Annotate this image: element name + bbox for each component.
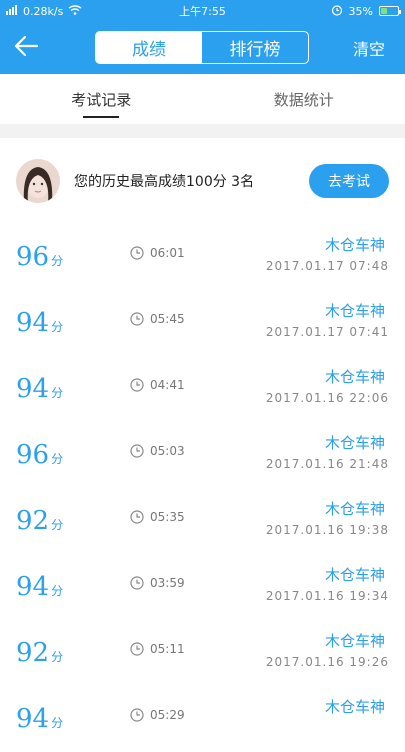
score: 94分 — [16, 308, 63, 338]
score-value: 96 — [16, 440, 49, 470]
duration-value: 05:03 — [150, 444, 185, 458]
tab-exam-records[interactable]: 考试记录 — [0, 74, 203, 124]
score-unit: 分 — [51, 716, 63, 730]
take-exam-button[interactable]: 去考试 — [309, 164, 389, 198]
score-value: 94 — [16, 572, 49, 602]
exam-datetime: 2017.01.17 07:41 — [266, 325, 389, 339]
arrow-left-icon — [13, 35, 39, 61]
battery-percent: 35% — [349, 5, 373, 18]
header: 成绩 排行榜 清空 — [0, 22, 405, 74]
network-speed: 0.28k/s — [23, 5, 63, 18]
duration: 05:45 — [130, 312, 185, 326]
duration-value: 05:11 — [150, 642, 185, 656]
signal-icon — [6, 5, 18, 18]
exam-datetime: 2017.01.16 19:34 — [266, 589, 389, 603]
list-item[interactable]: 94分 04:41 木仓车神 2017.01.16 22:06 — [0, 356, 405, 422]
username: 木仓车神 — [325, 564, 385, 585]
segment-scores[interactable]: 成绩 — [96, 32, 202, 63]
battery-icon — [379, 6, 399, 16]
clock-icon — [130, 510, 144, 524]
alarm-icon — [331, 4, 343, 19]
tab-statistics[interactable]: 数据统计 — [203, 74, 405, 124]
duration: 06:01 — [130, 246, 185, 260]
battery-fill — [381, 8, 387, 14]
duration: 05:11 — [130, 642, 185, 656]
duration: 05:35 — [130, 510, 185, 524]
score-unit: 分 — [51, 386, 63, 400]
list-item[interactable]: 96分 06:01 木仓车神 2017.01.17 07:48 — [0, 224, 405, 290]
exam-datetime: 2017.01.16 19:26 — [266, 655, 389, 669]
score: 92分 — [16, 638, 63, 668]
tab-underline — [83, 116, 119, 118]
records-list: 96分 06:01 木仓车神 2017.01.17 07:48 94分 05:4… — [0, 224, 405, 752]
score-unit: 分 — [51, 452, 63, 466]
score-value: 94 — [16, 308, 49, 338]
score-unit: 分 — [51, 254, 63, 268]
score: 94分 — [16, 572, 63, 602]
exam-datetime: 2017.01.17 07:48 — [266, 259, 389, 273]
status-right: 35% — [331, 4, 399, 19]
duration-value: 03:59 — [150, 576, 185, 590]
list-item[interactable]: 94分 05:45 木仓车神 2017.01.17 07:41 — [0, 290, 405, 356]
duration: 03:59 — [130, 576, 185, 590]
score-value: 92 — [16, 638, 49, 668]
username: 木仓车神 — [325, 234, 385, 255]
tab-label: 考试记录 — [71, 89, 131, 110]
clock-icon — [130, 246, 144, 260]
username: 木仓车神 — [325, 630, 385, 651]
duration: 04:41 — [130, 378, 185, 392]
clear-button[interactable]: 清空 — [353, 36, 385, 60]
clock-icon — [130, 576, 144, 590]
duration-value: 05:35 — [150, 510, 185, 524]
status-left: 0.28k/s — [6, 5, 82, 18]
score-unit: 分 — [51, 584, 63, 598]
duration-value: 05:45 — [150, 312, 185, 326]
score-value: 94 — [16, 704, 49, 734]
tab-label: 数据统计 — [274, 89, 334, 110]
score: 94分 — [16, 374, 63, 404]
score-value: 94 — [16, 374, 49, 404]
score: 92分 — [16, 506, 63, 536]
duration-value: 04:41 — [150, 378, 185, 392]
best-score-text: 您的历史最高成绩100分 3名 — [74, 171, 309, 191]
score-unit: 分 — [51, 650, 63, 664]
score-value: 96 — [16, 242, 49, 272]
score: 96分 — [16, 242, 63, 272]
score-unit: 分 — [51, 320, 63, 334]
list-item[interactable]: 94分 03:59 木仓车神 2017.01.16 19:34 — [0, 554, 405, 620]
list-item[interactable]: 92分 05:11 木仓车神 2017.01.16 19:26 — [0, 620, 405, 686]
status-bar: 0.28k/s 上午7:55 35% — [0, 0, 405, 22]
clock-icon — [130, 444, 144, 458]
exam-datetime: 2017.01.16 21:48 — [266, 457, 389, 471]
section-divider — [0, 124, 405, 138]
wifi-icon — [68, 5, 82, 18]
username: 木仓车神 — [325, 366, 385, 387]
username: 木仓车神 — [325, 696, 385, 717]
clock-icon — [130, 378, 144, 392]
exam-datetime: 2017.01.16 19:38 — [266, 523, 389, 537]
list-item[interactable]: 92分 05:35 木仓车神 2017.01.16 19:38 — [0, 488, 405, 554]
username: 木仓车神 — [325, 498, 385, 519]
exam-datetime: 2017.01.16 22:06 — [266, 391, 389, 405]
list-item[interactable]: 96分 05:03 木仓车神 2017.01.16 21:48 — [0, 422, 405, 488]
list-item[interactable]: 94分 05:29 木仓车神 — [0, 686, 405, 752]
back-button[interactable] — [0, 22, 52, 74]
tab-bar: 考试记录 数据统计 — [0, 74, 405, 124]
clock-icon — [130, 642, 144, 656]
segmented-control: 成绩 排行榜 — [95, 31, 309, 64]
score-value: 92 — [16, 506, 49, 536]
score-unit: 分 — [51, 518, 63, 532]
segment-leaderboard[interactable]: 排行榜 — [202, 32, 308, 63]
clock-icon — [130, 312, 144, 326]
summary-bar: 您的历史最高成绩100分 3名 去考试 — [0, 138, 405, 224]
duration: 05:03 — [130, 444, 185, 458]
username: 木仓车神 — [325, 300, 385, 321]
username: 木仓车神 — [325, 432, 385, 453]
score: 96分 — [16, 440, 63, 470]
score: 94分 — [16, 704, 63, 734]
avatar[interactable] — [16, 159, 60, 203]
duration-value: 06:01 — [150, 246, 185, 260]
